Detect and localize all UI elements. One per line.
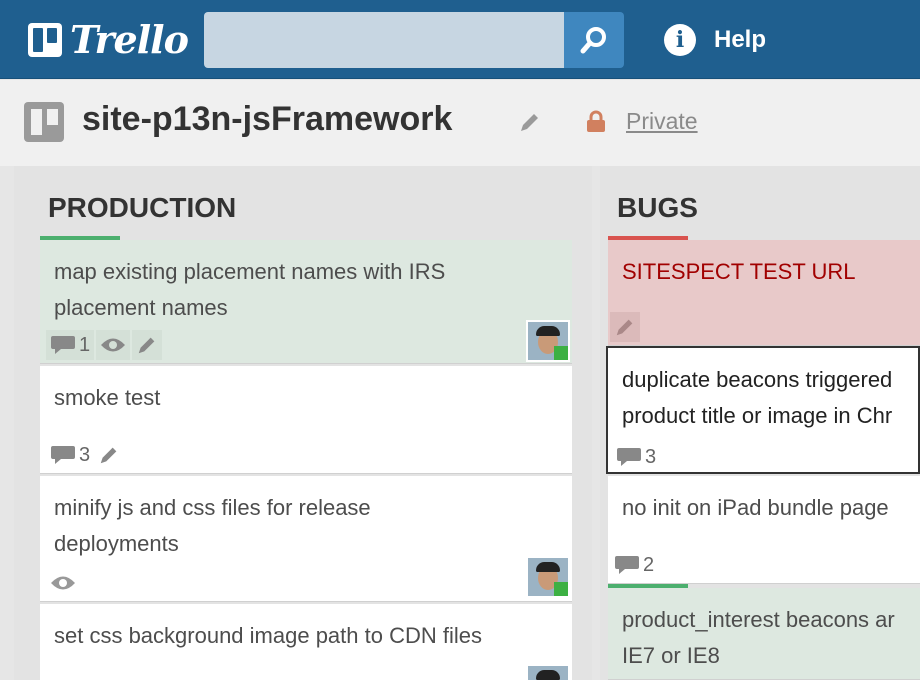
card-badges: 2 [610,550,658,580]
avatar-hair [536,326,560,336]
trello-logo-text: Trello [70,17,189,62]
comment-icon [51,446,75,464]
watching-badge [46,568,80,598]
member-avatar[interactable] [526,664,570,680]
card-edit-button[interactable] [610,312,640,342]
comment-icon [617,448,641,466]
pencil-icon[interactable] [518,110,542,134]
member-avatar[interactable] [526,556,570,598]
avatar-hair [536,670,560,680]
card-title-line: IE7 or IE8 [622,643,720,668]
card[interactable]: smoke test 3 [40,366,572,474]
card-badges [610,312,640,342]
card[interactable]: no init on iPad bundle page 2 [608,476,920,584]
card-selected[interactable]: duplicate beacons triggered product titl… [606,346,920,474]
card-title-line: product title or image in Chr [622,403,893,428]
card-title-line: map existing placement names with IRS [54,259,446,284]
comments-badge: 3 [46,440,94,470]
list-bugs: BUGS SITESPECT TEST URL duplicate beacon… [600,166,920,680]
card-title-line: minify js and css files for release [54,495,371,520]
trello-logo[interactable]: Trello [28,17,189,62]
comment-icon [51,336,75,354]
eye-icon [51,576,75,590]
card-title-line: duplicate beacons triggered [622,367,893,392]
search-input[interactable] [204,12,564,68]
board-header: site-p13n-jsFramework Private [0,80,920,166]
member-avatar[interactable] [526,320,570,362]
top-navigation-bar: Trello i Help [0,0,920,79]
card-title-line: product_interest beacons ar [622,607,895,632]
privacy-setting-link[interactable]: Private [626,108,698,135]
help-button[interactable]: i Help [664,24,766,56]
card[interactable]: set css background image path to CDN fil… [40,604,572,680]
card-badges: 3 [612,442,660,472]
board-icon [24,102,64,142]
card[interactable]: minify js and css files for release depl… [40,476,572,602]
card-title-line: placement names [54,295,228,320]
comment-count: 1 [79,333,91,356]
search-box [204,12,624,68]
card[interactable]: product_interest beacons ar IE7 or IE8 [608,588,920,680]
card-title-line: SITESPECT TEST URL [622,259,856,284]
card-badges [46,568,80,598]
comments-badge: 1 [46,330,95,360]
search-icon [580,27,606,54]
card-edit-button[interactable] [132,330,163,360]
pencil-icon [616,319,633,336]
comments-badge: 2 [610,550,658,580]
comment-count: 2 [643,553,655,576]
lock-icon [587,110,605,132]
comment-icon [615,556,639,574]
card[interactable]: SITESPECT TEST URL [608,240,920,346]
trello-logo-icon [28,23,62,57]
info-icon: i [664,24,696,56]
watching-badge [96,330,131,360]
card-badges: 1 [46,330,164,360]
card-title-line: set css background image path to CDN fil… [54,623,482,648]
comments-badge: 3 [612,442,660,472]
pencil-icon [138,337,155,354]
eye-icon [101,338,126,352]
avatar-hair [536,562,560,572]
card-title-line: no init on iPad bundle page [622,495,889,520]
search-button[interactable] [564,12,624,68]
list-title[interactable]: PRODUCTION [48,192,236,224]
card[interactable]: map existing placement names with IRS pl… [40,240,572,364]
card-title-line: deployments [54,531,179,556]
pencil-icon [100,447,117,464]
card-badges: 3 [46,440,124,470]
help-label: Help [714,26,767,53]
comment-count: 3 [645,445,657,468]
list-title[interactable]: BUGS [617,192,698,224]
card-title-line: smoke test [54,385,161,410]
list-production: PRODUCTION map existing placement names … [14,166,592,680]
comment-count: 3 [79,443,91,466]
card-edit-button[interactable] [94,440,124,470]
board-title[interactable]: site-p13n-jsFramework [82,100,452,139]
